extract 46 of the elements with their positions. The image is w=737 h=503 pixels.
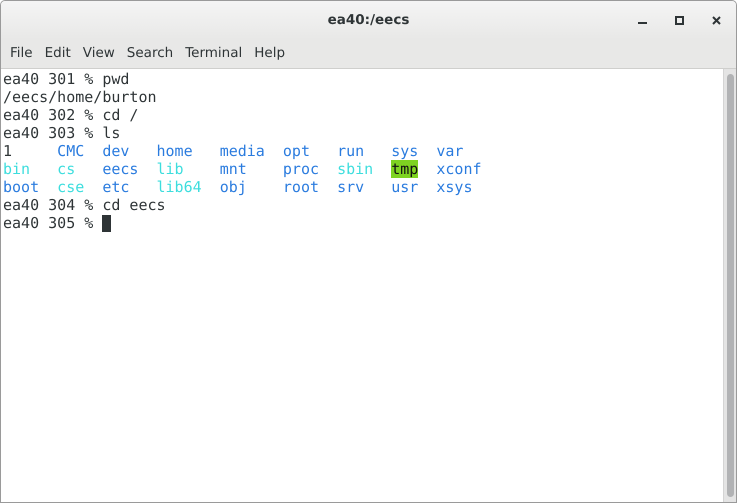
terminal-line: ea40 302 % cd /	[3, 106, 140, 124]
file-name: obj	[220, 178, 247, 196]
file-name: media	[220, 142, 265, 160]
file-name: cse	[57, 178, 84, 196]
terminal-line: ea40 301 % pwd	[3, 70, 130, 88]
file-name: sys	[391, 142, 418, 160]
file-name: 1	[3, 142, 12, 160]
menu-item[interactable]: Edit	[38, 45, 77, 61]
file-name: etc	[102, 178, 130, 196]
file-name: proc	[282, 160, 320, 178]
menu-item[interactable]: Terminal	[179, 45, 248, 61]
scrollbar[interactable]	[723, 69, 736, 502]
file-name: lib	[156, 160, 184, 178]
terminal-line: ea40 304 % cd eecs	[3, 196, 167, 214]
file-name: srv	[337, 178, 364, 196]
file-name: xconf	[436, 160, 482, 178]
file-name: opt	[282, 142, 310, 160]
maximize-icon[interactable]	[675, 16, 684, 25]
file-name: var	[436, 142, 464, 160]
close-icon[interactable]	[712, 16, 721, 25]
minimize-icon[interactable]	[638, 22, 647, 25]
menu-item[interactable]: File	[4, 45, 39, 61]
file-name: CMC	[57, 142, 84, 160]
menu-item[interactable]: Help	[248, 45, 292, 61]
file-name: tmp	[391, 160, 418, 178]
scrollbar-thumb[interactable]	[727, 74, 734, 497]
text-cursor	[102, 214, 112, 232]
file-name: cs	[57, 160, 76, 178]
file-name: lib64	[156, 178, 202, 196]
menu-item[interactable]: Search	[120, 45, 180, 61]
menu-item[interactable]: View	[76, 45, 121, 61]
file-name: dev	[102, 142, 130, 160]
file-name: boot	[3, 178, 40, 196]
file-name: root	[282, 178, 320, 196]
file-name: home	[156, 142, 193, 160]
file-name: eecs	[102, 160, 138, 178]
file-name: mnt	[220, 160, 247, 178]
file-name: xsys	[436, 178, 472, 196]
file-name: run	[337, 142, 364, 160]
terminal-line: ea40 303 % ls	[3, 124, 122, 142]
file-name: usr	[391, 178, 418, 196]
prompt-text: ea40 305 %	[3, 214, 94, 232]
file-name: sbin	[337, 160, 374, 178]
terminal-line: /eecs/home/burton	[3, 88, 158, 106]
file-name: bin	[3, 160, 30, 178]
window-title: ea40:/eecs	[328, 12, 410, 28]
